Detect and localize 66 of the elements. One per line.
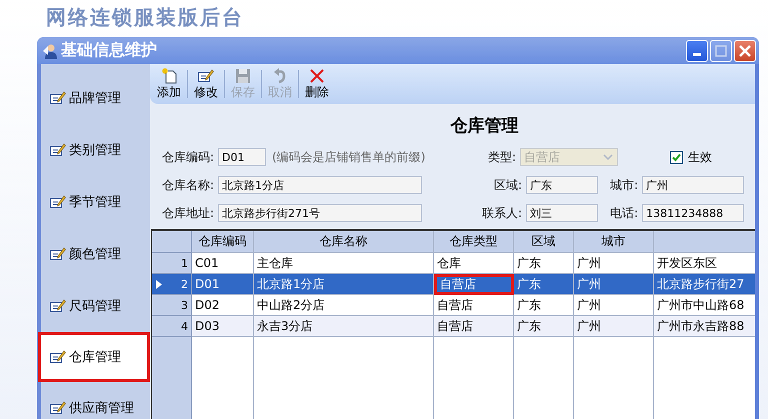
column-header[interactable]: 城市 xyxy=(574,231,654,253)
sidebar-item[interactable]: 品牌管理 xyxy=(41,72,150,124)
minimize-icon xyxy=(693,52,701,56)
checkmark-icon xyxy=(671,152,682,162)
input-field[interactable]: 13811234888 xyxy=(642,204,744,222)
form-title: 仓库管理 xyxy=(449,115,520,137)
maximize-icon xyxy=(715,44,727,56)
row-header: 4 xyxy=(152,316,192,337)
column-header[interactable]: 仓库名称 xyxy=(254,231,434,253)
input-field[interactable]: 北京路1分店 xyxy=(218,176,422,194)
person-icon xyxy=(42,42,58,58)
field-label: 城市: xyxy=(610,176,638,194)
field-label: 电话: xyxy=(610,204,638,222)
sidebar-item[interactable]: 仓库管理 xyxy=(38,332,150,382)
sidebar-item[interactable]: 类别管理 xyxy=(41,124,150,176)
column-header[interactable]: 区域 xyxy=(514,231,574,253)
input-field[interactable]: D01 xyxy=(218,148,266,166)
pencil-icon xyxy=(50,247,66,261)
pencil-icon xyxy=(198,68,214,84)
field-label: 仓库名称: xyxy=(162,176,214,194)
table-cell: 仓库 xyxy=(434,253,514,274)
pencil-icon xyxy=(50,91,66,105)
pencil-icon xyxy=(50,299,66,313)
row-header: 2 xyxy=(152,274,192,295)
table-row[interactable]: 4 D03 永吉3分店 自营店 广东 广州 广州市永吉路88 xyxy=(152,316,755,337)
sidebar-item[interactable]: 季节管理 xyxy=(41,176,150,228)
field-label: 区域: xyxy=(494,176,522,194)
close-icon xyxy=(739,44,751,56)
row-header: 3 xyxy=(152,295,192,316)
row-header: 1 xyxy=(152,253,192,274)
field-label: 联系人: xyxy=(482,204,522,222)
caret-icon xyxy=(603,154,614,160)
input-field[interactable]: 北京路步行街271号 xyxy=(218,204,422,222)
window-title: 基础信息维护 xyxy=(61,40,158,61)
table-row[interactable]: 3 D02 中山路2分店 自营店 广东 广州 广州市中山路68 xyxy=(152,295,755,316)
input-field[interactable]: 广州 xyxy=(642,176,744,194)
toolbar-button[interactable]: 修改 xyxy=(191,68,221,100)
pencil-icon xyxy=(50,195,66,209)
hint-text: (编码会是店铺销售单的前缀) xyxy=(272,148,426,166)
table-row[interactable]: 1 C01 主仓库 仓库 广东 广州 开发区东区 xyxy=(152,253,755,274)
sidebar-item[interactable]: 尺码管理 xyxy=(41,280,150,332)
delete-icon xyxy=(309,68,325,84)
field-label: 仓库编码: xyxy=(162,148,214,166)
undo-icon xyxy=(272,68,288,84)
field-label: 类型: xyxy=(488,148,516,166)
close-button[interactable] xyxy=(734,40,756,62)
input-field[interactable]: 广东 xyxy=(526,176,598,194)
column-header[interactable]: 仓库类型 xyxy=(434,231,514,253)
table-row[interactable]: 2 D01 北京路1分店 自营店 广东 广州 北京路步行街27 xyxy=(152,274,755,295)
page-title: 网络连锁服装版后台 xyxy=(46,4,244,31)
sidebar-item[interactable]: 供应商管理 xyxy=(41,382,150,419)
toolbar-button[interactable]: 添加 xyxy=(154,68,184,100)
sidebar-item[interactable]: 颜色管理 xyxy=(41,228,150,280)
column-header[interactable]: 仓库编码 xyxy=(192,231,254,253)
pencil-icon xyxy=(50,401,66,415)
new-page-icon xyxy=(161,68,177,84)
field-label: 仓库地址: xyxy=(162,204,214,222)
active-checkbox[interactable]: 生效 xyxy=(670,148,712,166)
maximize-button[interactable] xyxy=(710,40,732,62)
minimize-button[interactable] xyxy=(686,40,708,62)
pencil-icon xyxy=(50,143,66,157)
row-pointer-icon xyxy=(156,280,162,288)
table-cell: 自营店 xyxy=(434,274,514,295)
pencil-icon xyxy=(50,350,66,364)
input-field[interactable]: 刘三 xyxy=(526,204,598,222)
toolbar-button[interactable]: 删除 xyxy=(302,68,332,100)
